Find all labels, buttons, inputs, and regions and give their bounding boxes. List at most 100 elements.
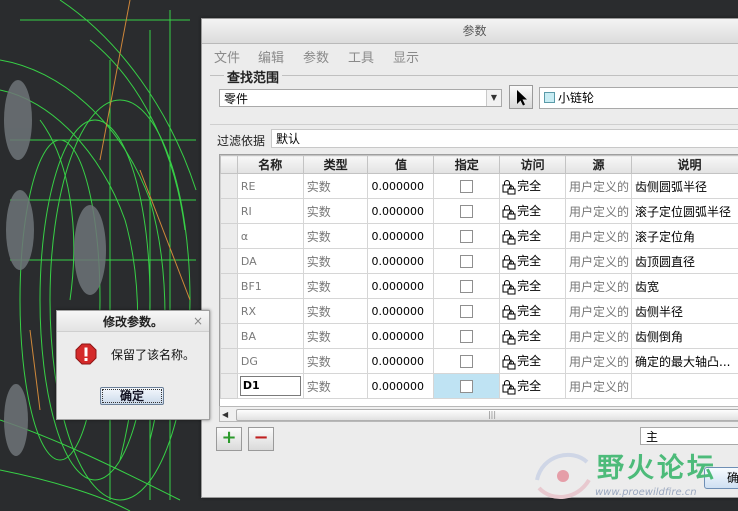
type-cell[interactable]: 实数 (302, 323, 369, 349)
value-cell[interactable]: 0.000000 (367, 373, 435, 399)
table-row[interactable]: RX 实数 0.000000 完全 用户定义的 齿侧半径 (220, 298, 738, 324)
row-header[interactable] (220, 298, 238, 324)
designate-cell[interactable] (433, 273, 501, 299)
access-cell[interactable]: 完全 (499, 373, 567, 399)
column-header-value[interactable]: 值 (367, 155, 435, 174)
menu-display[interactable]: 显示 (393, 47, 419, 66)
name-cell[interactable]: RE (236, 173, 304, 199)
designate-cell[interactable] (433, 198, 501, 224)
filter-dropdown[interactable]: 默认 (271, 129, 738, 148)
designate-checkbox[interactable] (460, 354, 474, 368)
table-row[interactable]: RI 实数 0.000000 完全 用户定义的 滚子定位圆弧半径 (220, 198, 738, 224)
name-cell[interactable]: BF1 (236, 273, 304, 299)
value-cell[interactable]: 0.000000 (367, 223, 435, 249)
table-row[interactable]: α 实数 0.000000 完全 用户定义的 滚子定位角 (220, 223, 738, 249)
column-header-type[interactable]: 类型 (302, 155, 369, 174)
value-cell[interactable]: 0.000000 (367, 348, 435, 374)
description-cell[interactable]: 齿侧半径 (631, 298, 738, 324)
type-cell[interactable]: 实数 (302, 348, 369, 374)
name-edit-field[interactable]: D1 (239, 376, 301, 396)
designate-checkbox[interactable] (460, 329, 474, 343)
designate-cell[interactable] (433, 173, 501, 199)
column-header-source[interactable]: 源 (565, 155, 633, 174)
designate-cell[interactable] (433, 223, 501, 249)
name-cell[interactable]: α (236, 223, 304, 249)
designate-checkbox[interactable] (460, 229, 474, 243)
row-header[interactable] (220, 373, 238, 399)
value-cell[interactable]: 0.000000 (367, 173, 435, 199)
value-cell[interactable]: 0.000000 (367, 273, 435, 299)
column-header-name[interactable]: 名称 (236, 155, 304, 174)
description-cell[interactable]: 确定的最大轴凸... (631, 348, 738, 374)
scrollbar-thumb[interactable]: ||| (236, 409, 738, 421)
scope-dropdown[interactable]: 零件 ▼ (219, 89, 502, 107)
type-cell[interactable]: 实数 (302, 298, 369, 324)
type-cell[interactable]: 实数 (302, 223, 369, 249)
horizontal-scrollbar[interactable]: ◀ ||| (219, 406, 738, 422)
access-cell[interactable]: 完全 (499, 223, 567, 249)
row-header[interactable] (220, 248, 238, 274)
designate-checkbox[interactable] (460, 279, 474, 293)
name-cell[interactable]: DA (236, 248, 304, 274)
chevron-down-icon[interactable]: ▼ (486, 90, 501, 106)
column-header-description[interactable]: 说明 (631, 155, 738, 174)
row-header[interactable] (220, 198, 238, 224)
access-cell[interactable]: 完全 (499, 173, 567, 199)
type-cell[interactable]: 实数 (302, 198, 369, 224)
column-header-access[interactable]: 访问 (499, 155, 567, 174)
scroll-left-icon[interactable]: ◀ (222, 410, 228, 419)
designate-checkbox[interactable] (460, 379, 474, 393)
type-cell[interactable]: 实数 (302, 273, 369, 299)
value-cell[interactable]: 0.000000 (367, 198, 435, 224)
table-row[interactable]: DG 实数 0.000000 完全 用户定义的 确定的最大轴凸... (220, 348, 738, 374)
designate-checkbox[interactable] (460, 204, 474, 218)
description-cell[interactable]: 齿顶圆直径 (631, 248, 738, 274)
access-cell[interactable]: 完全 (499, 248, 567, 274)
table-row[interactable]: BA 实数 0.000000 完全 用户定义的 齿侧倒角 (220, 323, 738, 349)
name-cell[interactable]: RI (236, 198, 304, 224)
designate-checkbox[interactable] (460, 179, 474, 193)
row-header[interactable] (220, 173, 238, 199)
table-row[interactable]: BF1 实数 0.000000 完全 用户定义的 齿宽 (220, 273, 738, 299)
row-header[interactable] (220, 223, 238, 249)
part-selector[interactable]: 小链轮 (539, 87, 738, 109)
type-cell[interactable]: 实数 (302, 173, 369, 199)
name-cell[interactable]: DG (236, 348, 304, 374)
access-cell[interactable]: 完全 (499, 298, 567, 324)
description-cell[interactable]: 齿宽 (631, 273, 738, 299)
description-cell[interactable]: 滚子定位角 (631, 223, 738, 249)
designate-cell[interactable] (433, 298, 501, 324)
table-row[interactable]: DA 实数 0.000000 完全 用户定义的 齿顶圆直径 (220, 248, 738, 274)
description-cell[interactable]: 齿侧倒角 (631, 323, 738, 349)
type-cell[interactable]: 实数 (302, 248, 369, 274)
name-cell[interactable]: BA (236, 323, 304, 349)
table-row[interactable]: RE 实数 0.000000 完全 用户定义的 齿侧圆弧半径 (220, 173, 738, 199)
designate-cell[interactable] (433, 348, 501, 374)
designate-checkbox[interactable] (460, 254, 474, 268)
menu-file[interactable]: 文件 (214, 47, 240, 66)
row-header[interactable] (220, 348, 238, 374)
access-cell[interactable]: 完全 (499, 323, 567, 349)
type-cell[interactable]: 实数 (302, 373, 369, 399)
menu-edit[interactable]: 编辑 (258, 47, 284, 66)
value-cell[interactable]: 0.000000 (367, 248, 435, 274)
message-ok-button[interactable]: 确定 (100, 387, 164, 405)
column-header-designate[interactable]: 指定 (433, 155, 501, 174)
row-header[interactable] (220, 273, 238, 299)
description-cell[interactable]: 滚子定位圆弧半径 (631, 198, 738, 224)
access-cell[interactable]: 完全 (499, 348, 567, 374)
designate-cell[interactable] (433, 373, 501, 399)
select-button[interactable] (509, 85, 533, 109)
name-cell[interactable]: D1 (236, 373, 304, 399)
description-cell[interactable]: 齿侧圆弧半径 (631, 173, 738, 199)
add-parameter-button[interactable]: + (216, 427, 242, 451)
description-cell[interactable] (631, 373, 738, 399)
menu-tools[interactable]: 工具 (348, 47, 374, 66)
value-cell[interactable]: 0.000000 (367, 298, 435, 324)
designate-cell[interactable] (433, 323, 501, 349)
table-row[interactable]: D1 实数 0.000000 完全 用户定义的 (220, 373, 738, 399)
designate-checkbox[interactable] (460, 304, 474, 318)
close-icon[interactable]: × (193, 314, 203, 328)
access-cell[interactable]: 完全 (499, 198, 567, 224)
access-cell[interactable]: 完全 (499, 273, 567, 299)
